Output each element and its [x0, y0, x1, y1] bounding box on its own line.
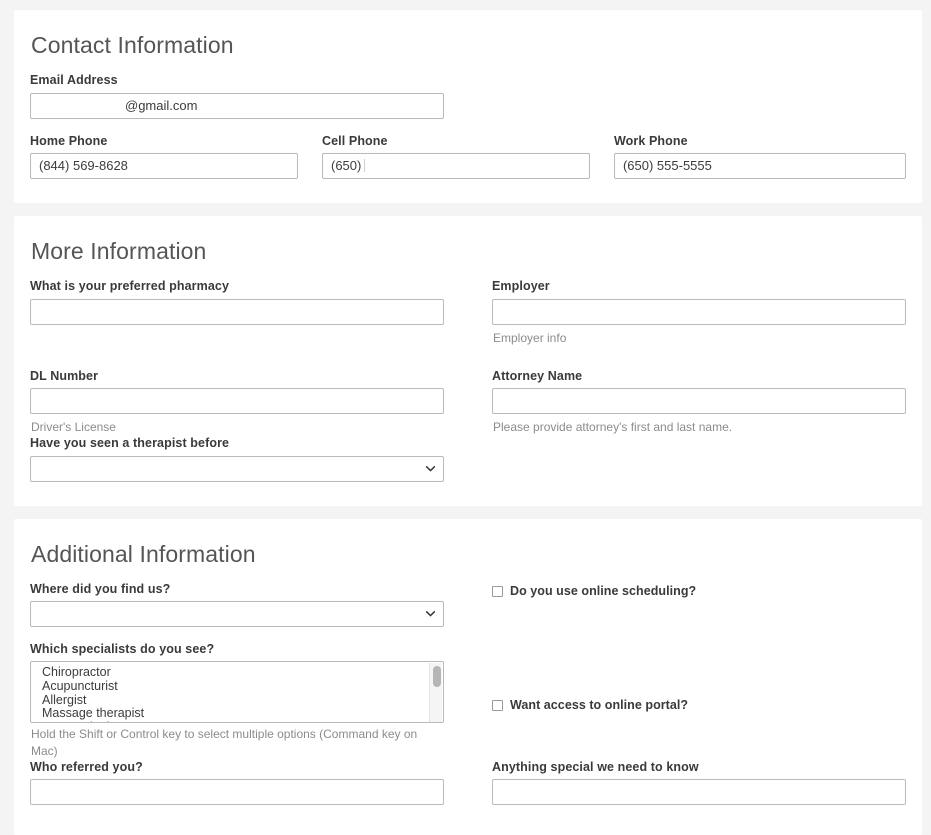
section-title-contact: Contact Information	[30, 32, 906, 58]
list-item[interactable]: Allergist	[42, 694, 443, 708]
label-where-find-us: Where did you find us?	[30, 581, 444, 597]
label-cell-phone: Cell Phone	[322, 133, 590, 149]
more-row-2: DL Number Driver's License Attorney Name…	[30, 368, 906, 435]
listbox-scrollbar-thumb[interactable]	[433, 666, 441, 687]
online-scheduling-checkbox[interactable]	[492, 586, 503, 597]
label-specialists: Which specialists do you see?	[30, 641, 444, 657]
field-attorney-name: Attorney Name Please provide attorney's …	[468, 368, 906, 435]
card-additional-information: Additional Information Where did you fin…	[14, 519, 922, 835]
cell-phone-input[interactable]: (650)	[322, 153, 590, 179]
field-online-portal: Want access to online portal?	[468, 641, 906, 759]
spacer	[492, 641, 906, 699]
contact-row-phones: Home Phone Cell Phone (650) Work Phone	[30, 133, 906, 179]
field-home-phone: Home Phone	[30, 133, 322, 179]
label-dl-number: DL Number	[30, 368, 444, 384]
email-address-input[interactable]	[30, 93, 444, 119]
specialists-listbox[interactable]: Chiropractor Acupuncturist Allergist Mas…	[30, 661, 444, 723]
more-row-3-spacer	[468, 435, 906, 481]
label-therapist: Have you seen a therapist before	[30, 435, 444, 451]
label-home-phone: Home Phone	[30, 133, 298, 149]
label-pharmacy: What is your preferred pharmacy	[30, 278, 444, 294]
field-therapist: Have you seen a therapist before	[30, 435, 468, 481]
field-specialists: Which specialists do you see? Chiropract…	[30, 641, 468, 759]
specialists-option-list: Chiropractor Acupuncturist Allergist Mas…	[31, 666, 443, 723]
label-who-referred: Who referred you?	[30, 759, 444, 775]
label-attorney-name: Attorney Name	[492, 368, 906, 384]
where-find-us-select-wrap	[30, 601, 444, 627]
label-online-portal: Want access to online portal?	[510, 699, 688, 713]
online-portal-checkbox[interactable]	[492, 700, 503, 711]
label-employer: Employer	[492, 278, 906, 294]
section-title-additional: Additional Information	[30, 541, 906, 567]
spacer	[30, 119, 906, 133]
field-where-find-us: Where did you find us?	[30, 581, 468, 627]
home-phone-input[interactable]	[30, 153, 298, 179]
checkbox-row-online-portal[interactable]: Want access to online portal?	[492, 699, 906, 713]
card-contact-information: Contact Information Email Address Home P…	[14, 10, 922, 203]
label-email-address: Email Address	[30, 72, 444, 88]
field-cell-phone: Cell Phone (650)	[322, 133, 614, 179]
list-item[interactable]: Chiropractor	[42, 666, 443, 680]
checkbox-row-online-scheduling[interactable]: Do you use online scheduling?	[492, 585, 906, 599]
additional-row-1: Where did you find us? Do you use online	[30, 581, 906, 627]
therapist-select[interactable]	[30, 456, 444, 482]
employer-input[interactable]	[492, 299, 906, 325]
cell-phone-value: (650)	[331, 158, 361, 173]
help-attorney-name: Please provide attorney's first and last…	[493, 419, 906, 435]
label-online-scheduling: Do you use online scheduling?	[510, 585, 696, 599]
pharmacy-input[interactable]	[30, 299, 444, 325]
who-referred-input[interactable]	[30, 779, 444, 805]
additional-row-2: Which specialists do you see? Chiropract…	[30, 641, 906, 759]
field-anything-special: Anything special we need to know	[468, 759, 906, 805]
field-pharmacy: What is your preferred pharmacy	[30, 278, 468, 345]
therapist-select-wrap	[30, 456, 444, 482]
spacer	[30, 346, 906, 368]
list-item[interactable]: Massage therapist	[42, 707, 443, 721]
label-work-phone: Work Phone	[614, 133, 906, 149]
list-item[interactable]: Acupuncturist	[42, 680, 443, 694]
contact-row-email: Email Address	[30, 72, 906, 118]
attorney-name-input[interactable]	[492, 388, 906, 414]
additional-row-3: Who referred you? Anything special we ne…	[30, 759, 906, 805]
form-page: Contact Information Email Address Home P…	[0, 0, 931, 835]
where-find-us-select[interactable]	[30, 601, 444, 627]
field-dl-number: DL Number Driver's License	[30, 368, 468, 435]
dl-number-input[interactable]	[30, 388, 444, 414]
more-row-3: Have you seen a therapist before	[30, 435, 906, 481]
section-title-more: More Information	[30, 238, 906, 264]
field-email-address: Email Address	[30, 72, 468, 118]
field-employer: Employer Employer info	[468, 278, 906, 345]
field-who-referred: Who referred you?	[30, 759, 468, 805]
more-row-1: What is your preferred pharmacy Employer…	[30, 278, 906, 345]
work-phone-input[interactable]	[614, 153, 906, 179]
field-online-scheduling: Do you use online scheduling?	[468, 581, 906, 627]
help-dl-number: Driver's License	[31, 419, 444, 435]
label-anything-special: Anything special we need to know	[492, 759, 906, 775]
card-more-information: More Information What is your preferred …	[14, 216, 922, 506]
help-specialists: Hold the Shift or Control key to select …	[31, 726, 444, 758]
text-cursor	[364, 159, 365, 172]
spacer	[30, 627, 906, 641]
anything-special-input[interactable]	[492, 779, 906, 805]
listbox-scrollbar[interactable]	[429, 663, 442, 723]
field-work-phone: Work Phone	[614, 133, 906, 179]
help-employer: Employer info	[493, 330, 906, 346]
list-item[interactable]: Dermatologist	[42, 721, 443, 724]
